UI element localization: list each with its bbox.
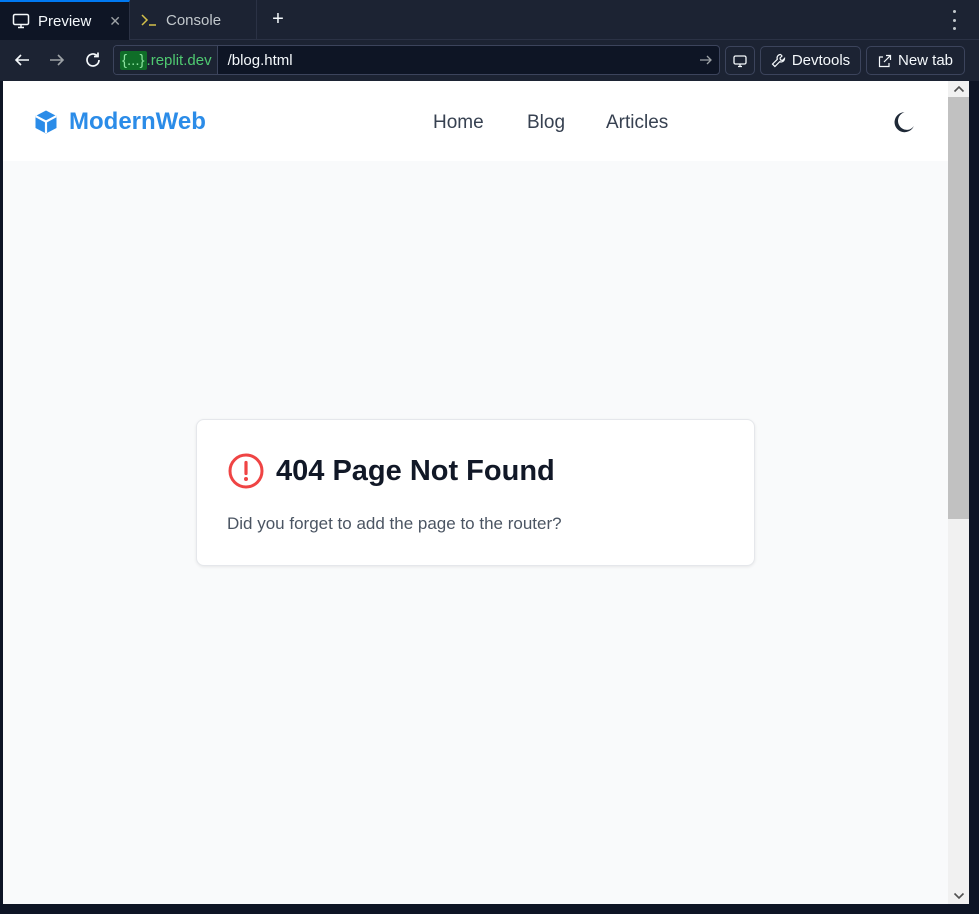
theme-toggle-button[interactable] — [891, 109, 917, 135]
wrench-icon — [771, 53, 786, 68]
scroll-up-arrow-icon[interactable] — [948, 81, 969, 97]
url-bar[interactable]: {...} .replit.dev /blog.html — [113, 45, 720, 75]
devtools-button[interactable]: Devtools — [760, 46, 861, 75]
tab-preview-label: Preview — [38, 12, 92, 30]
brand-name: ModernWeb — [69, 108, 206, 135]
external-link-icon — [878, 54, 892, 68]
url-host-suffix: .replit.dev — [146, 51, 212, 69]
devtools-label: Devtools — [791, 52, 851, 69]
close-icon[interactable]: ✕ — [109, 13, 121, 29]
tab-console-label: Console — [166, 11, 222, 29]
go-arrow-icon[interactable] — [693, 54, 719, 66]
reload-icon — [86, 52, 100, 67]
screen-size-button[interactable] — [725, 46, 755, 75]
vertical-scrollbar[interactable] — [948, 81, 969, 904]
error-description: Did you forget to add the page to the ro… — [227, 514, 562, 533]
error-title: 404 Page Not Found — [276, 455, 555, 487]
url-toolbar: {...} .replit.dev /blog.html Devtools Ne… — [0, 40, 979, 81]
tab-preview[interactable]: Preview ✕ — [0, 0, 130, 40]
forward-button[interactable] — [46, 49, 68, 71]
scrollbar-thumb[interactable] — [948, 97, 969, 519]
monitor-small-icon — [733, 54, 747, 67]
frame-bottom — [0, 904, 979, 914]
brand-link[interactable]: ModernWeb — [32, 108, 206, 136]
tab-console[interactable]: Console — [130, 0, 257, 40]
arrow-left-icon — [14, 54, 29, 66]
nav-blog[interactable]: Blog — [527, 112, 565, 134]
nav-home[interactable]: Home — [433, 112, 484, 134]
url-host: {...} .replit.dev — [114, 46, 218, 74]
terminal-icon — [140, 13, 158, 27]
add-tab-button[interactable]: + — [268, 8, 288, 30]
new-tab-button[interactable]: New tab — [866, 46, 965, 75]
moon-icon — [894, 112, 914, 133]
alert-circle-icon — [228, 453, 264, 494]
error-card: 404 Page Not Found Did you forget to add… — [196, 419, 755, 566]
page-viewport: ModernWeb Home Blog Articles 404 Page No… — [3, 81, 948, 904]
scroll-down-arrow-icon[interactable] — [948, 888, 969, 904]
arrow-right-icon — [50, 54, 65, 66]
cube-icon — [32, 108, 60, 136]
back-button[interactable] — [11, 49, 33, 71]
tab-bar: Preview ✕ Console + — [0, 0, 979, 40]
new-tab-label: New tab — [897, 52, 954, 69]
more-options-icon[interactable] — [951, 10, 957, 30]
monitor-icon — [12, 13, 30, 29]
url-path-input[interactable]: /blog.html — [218, 52, 693, 69]
nav-articles[interactable]: Articles — [606, 112, 668, 134]
site-header: ModernWeb Home Blog Articles — [3, 81, 948, 161]
url-host-chip: {...} — [120, 50, 147, 70]
reload-button[interactable] — [82, 49, 104, 71]
frame-right — [969, 81, 979, 914]
